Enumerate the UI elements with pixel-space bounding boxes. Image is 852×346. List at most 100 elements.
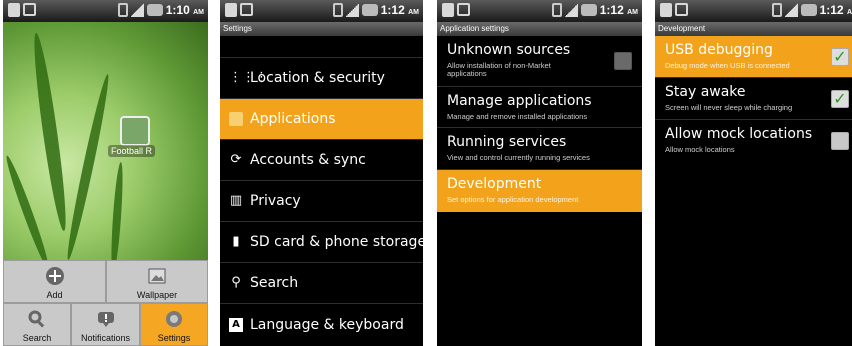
application-settings-screen: 1:12 AM Application settings Unknown sou… bbox=[437, 0, 642, 346]
keyboard-icon: A bbox=[229, 318, 243, 332]
sdcard-icon: ▮ bbox=[232, 234, 240, 249]
network-icon bbox=[800, 4, 817, 16]
settings-item-label: Accounts & sync bbox=[250, 152, 366, 168]
network-icon bbox=[146, 4, 163, 16]
notification-icon bbox=[97, 312, 114, 327]
page-title: Application settings bbox=[437, 22, 642, 36]
item-title: Allow mock locations bbox=[665, 126, 813, 142]
battery-icon bbox=[117, 3, 128, 17]
page-title: Development bbox=[655, 22, 852, 36]
list-item-partial[interactable] bbox=[220, 36, 423, 57]
settings-item-label: Search bbox=[250, 275, 299, 291]
search-icon bbox=[28, 310, 45, 328]
menu-add-button[interactable]: Add bbox=[3, 260, 106, 303]
usb-debugging-item[interactable]: USB debugging Debug mode when USB is con… bbox=[655, 36, 852, 77]
sync-icon: ⟳ bbox=[230, 152, 242, 167]
allow-mock-locations-item[interactable]: Allow mock locations Allow mock location… bbox=[655, 119, 852, 162]
unknown-sources-item[interactable]: Unknown sources Allow installation of no… bbox=[437, 36, 642, 86]
privacy-icon: ▥ bbox=[229, 193, 243, 208]
settings-item-language[interactable]: A Language & keyboard bbox=[220, 303, 423, 346]
development-screen: 1:12 A Development USB debugging Debug m… bbox=[655, 0, 852, 346]
battery-icon bbox=[771, 3, 782, 17]
menu-search-button[interactable]: Search bbox=[3, 303, 71, 346]
settings-item-applications[interactable]: Applications bbox=[220, 98, 423, 140]
status-time: 1:12 A bbox=[819, 3, 852, 17]
settings-item-location[interactable]: ⋮⋮⋮ Location & security bbox=[220, 57, 423, 99]
picture-icon bbox=[148, 268, 166, 284]
status-bar: 1:12 AM bbox=[220, 0, 423, 22]
status-bar: 1:12 AM bbox=[437, 0, 642, 22]
usb-icon bbox=[8, 3, 20, 17]
unknown-sources-checkbox[interactable] bbox=[614, 52, 632, 70]
item-subtitle: Set options for application development bbox=[447, 195, 579, 204]
battery-icon bbox=[332, 3, 343, 17]
settings-item-label: Applications bbox=[250, 111, 336, 127]
plus-icon bbox=[45, 267, 64, 285]
usb-icon bbox=[660, 3, 672, 17]
app-icon bbox=[229, 112, 243, 126]
page-title: Settings bbox=[220, 22, 423, 36]
menu-add-label: Add bbox=[46, 290, 63, 300]
notification-status-icon bbox=[457, 3, 470, 16]
signal-icon bbox=[345, 3, 359, 17]
settings-item-label: Location & security bbox=[250, 70, 385, 86]
notification-status-icon bbox=[240, 3, 253, 16]
item-subtitle: Debug mode when USB is connected bbox=[665, 61, 790, 70]
item-title: Stay awake bbox=[665, 84, 746, 100]
battery-icon bbox=[551, 3, 562, 17]
item-title: Running services bbox=[447, 134, 567, 150]
menu-wallpaper-button[interactable]: Wallpaper bbox=[106, 260, 208, 303]
stay-awake-checkbox[interactable]: ✓ bbox=[831, 90, 849, 108]
settings-item-label: Language & keyboard bbox=[250, 317, 404, 333]
android-app-icon[interactable] bbox=[120, 116, 150, 146]
signal-icon bbox=[784, 3, 798, 17]
settings-item-privacy[interactable]: ▥ Privacy bbox=[220, 180, 423, 222]
manage-applications-item[interactable]: Manage applications Manage and remove in… bbox=[437, 86, 642, 128]
item-title: Development bbox=[447, 176, 542, 192]
status-time: 1:10 AM bbox=[165, 3, 204, 17]
home-screen: 1:10 AM Football R Add Wallpaper Search … bbox=[3, 0, 208, 346]
item-title: Unknown sources bbox=[447, 42, 571, 58]
settings-item-storage[interactable]: ▮ SD card & phone storage bbox=[220, 221, 423, 263]
options-menu: Add Wallpaper Search Notifications Setti… bbox=[3, 260, 208, 346]
settings-screen: 1:12 AM Settings ⋮⋮⋮ Location & security… bbox=[220, 0, 423, 346]
wallpaper bbox=[3, 22, 208, 273]
menu-notifications-label: Notifications bbox=[80, 333, 131, 343]
menu-settings-button[interactable]: Settings bbox=[140, 303, 208, 346]
menu-search-label: Search bbox=[22, 333, 52, 343]
notification-status-icon bbox=[23, 3, 36, 16]
app-label[interactable]: Football R bbox=[108, 145, 156, 157]
stay-awake-item[interactable]: Stay awake Screen will never sleep while… bbox=[655, 77, 852, 120]
development-item[interactable]: Development Set options for application … bbox=[437, 169, 642, 212]
item-subtitle: applications bbox=[447, 69, 487, 78]
item-subtitle: Manage and remove installed applications bbox=[447, 112, 588, 121]
settings-item-label: SD card & phone storage bbox=[250, 234, 423, 250]
item-title: Manage applications bbox=[447, 93, 592, 109]
item-subtitle: View and control currently running servi… bbox=[447, 153, 590, 162]
gear-icon bbox=[166, 311, 182, 327]
allow-mock-locations-checkbox[interactable] bbox=[831, 132, 849, 150]
running-services-item[interactable]: Running services View and control curren… bbox=[437, 127, 642, 170]
usb-debugging-checkbox[interactable]: ✓ bbox=[831, 48, 849, 66]
signal-icon bbox=[130, 3, 144, 17]
usb-icon bbox=[225, 3, 237, 17]
signal-icon bbox=[564, 3, 578, 17]
status-bar: 1:10 AM bbox=[3, 0, 208, 22]
notification-status-icon bbox=[675, 3, 688, 16]
network-icon bbox=[580, 4, 597, 16]
menu-notifications-button[interactable]: Notifications bbox=[71, 303, 140, 346]
search-icon: ⚲ bbox=[231, 275, 241, 290]
item-subtitle: Allow mock locations bbox=[665, 145, 735, 154]
settings-item-accounts[interactable]: ⟳ Accounts & sync bbox=[220, 139, 423, 181]
usb-icon bbox=[442, 3, 454, 17]
status-bar: 1:12 A bbox=[655, 0, 852, 22]
item-title: USB debugging bbox=[665, 42, 773, 58]
menu-wallpaper-label: Wallpaper bbox=[136, 290, 178, 300]
item-subtitle: Screen will never sleep while charging bbox=[665, 103, 793, 112]
menu-settings-label: Settings bbox=[157, 333, 191, 343]
status-time: 1:12 AM bbox=[380, 3, 419, 17]
status-time: 1:12 AM bbox=[599, 3, 638, 17]
settings-item-label: Privacy bbox=[250, 193, 301, 209]
settings-item-search[interactable]: ⚲ Search bbox=[220, 262, 423, 304]
grid-icon: ⋮⋮⋮ bbox=[229, 70, 268, 85]
